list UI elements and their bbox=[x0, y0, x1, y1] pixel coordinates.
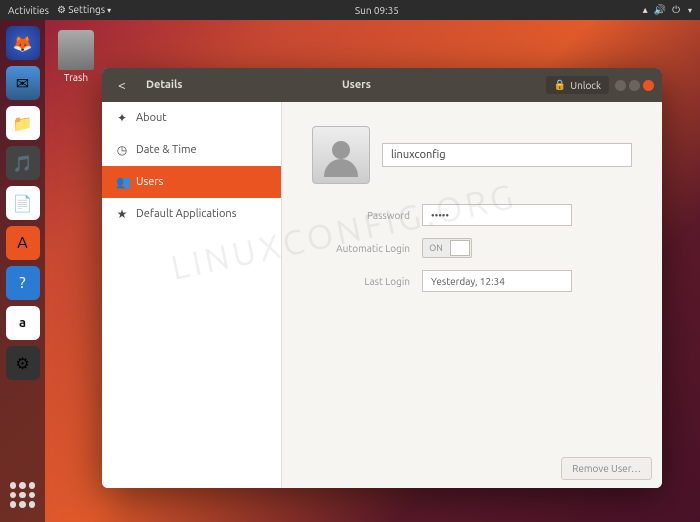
toggle-knob bbox=[450, 240, 470, 256]
maximize-button[interactable] bbox=[629, 80, 640, 91]
toggle-on-label: ON bbox=[423, 243, 449, 253]
power-icon[interactable]: ⏻ bbox=[672, 4, 680, 16]
dock-rhythmbox-icon[interactable]: 🎵 bbox=[6, 146, 40, 180]
dock: 🦊 ✉ 📁 🎵 📄 A ? a ⚙ bbox=[0, 20, 45, 522]
dock-help-icon[interactable]: ? bbox=[6, 266, 40, 300]
back-button[interactable]: < bbox=[102, 77, 142, 93]
sound-icon[interactable]: 🔊 bbox=[654, 4, 666, 16]
dock-settings-icon[interactable]: ⚙ bbox=[6, 346, 40, 380]
plus-icon: ✦ bbox=[116, 111, 128, 125]
sidebar-item-datetime[interactable]: ◷ Date & Time bbox=[102, 134, 281, 166]
username-input[interactable] bbox=[382, 143, 632, 167]
desktop-root: Activities ⚙ Settings▾ Sun 09:35 ▴ 🔊 ⏻ ▾… bbox=[0, 0, 700, 522]
remove-user-button[interactable]: Remove User… bbox=[561, 457, 652, 480]
sidebar-item-label: Date & Time bbox=[136, 144, 197, 156]
avatar[interactable] bbox=[312, 126, 370, 184]
clock-icon: ◷ bbox=[116, 143, 128, 157]
top-panel: Activities ⚙ Settings▾ Sun 09:35 ▴ 🔊 ⏻ ▾ bbox=[0, 0, 700, 20]
titlebar: < Details Users 🔒 Unlock bbox=[102, 68, 662, 102]
sidebar-item-users[interactable]: 👥 Users bbox=[102, 166, 281, 198]
gear-icon: ⚙ bbox=[57, 4, 66, 15]
lock-icon: 🔒 bbox=[554, 79, 566, 91]
dock-software-icon[interactable]: A bbox=[6, 226, 40, 260]
dock-files-icon[interactable]: 📁 bbox=[6, 106, 40, 140]
unlock-button[interactable]: 🔒 Unlock bbox=[546, 76, 609, 94]
password-field[interactable]: ••••• bbox=[422, 204, 572, 226]
titlebar-title: Users bbox=[287, 79, 546, 91]
people-icon: 👥 bbox=[116, 175, 128, 189]
clock[interactable]: Sun 09:35 bbox=[111, 5, 642, 16]
appmenu-button[interactable]: ⚙ Settings▾ bbox=[57, 4, 111, 16]
dock-writer-icon[interactable]: 📄 bbox=[6, 186, 40, 220]
dock-amazon-icon[interactable]: a bbox=[6, 306, 40, 340]
trash-icon bbox=[58, 30, 94, 70]
sidebar: ✦ About ◷ Date & Time 👥 Users ★ Default … bbox=[102, 102, 282, 488]
sidebar-item-label: Users bbox=[136, 176, 163, 188]
autologin-label: Automatic Login bbox=[312, 243, 422, 254]
lastlogin-field[interactable]: Yesterday, 12:34 bbox=[422, 270, 572, 292]
sidebar-item-about[interactable]: ✦ About bbox=[102, 102, 281, 134]
sidebar-item-label: Default Applications bbox=[136, 208, 236, 220]
sidebar-item-default-apps[interactable]: ★ Default Applications bbox=[102, 198, 281, 230]
lastlogin-label: Last Login bbox=[312, 276, 422, 287]
show-apps-button[interactable] bbox=[10, 482, 36, 508]
activities-button[interactable]: Activities bbox=[8, 5, 49, 16]
password-label: Password bbox=[312, 210, 422, 221]
settings-window: < Details Users 🔒 Unlock ✦ About ◷ bbox=[102, 68, 662, 488]
network-icon[interactable]: ▴ bbox=[643, 4, 648, 16]
star-icon: ★ bbox=[116, 207, 128, 221]
content-pane: Password ••••• Automatic Login ON Last L… bbox=[282, 102, 662, 488]
dock-thunderbird-icon[interactable]: ✉ bbox=[6, 66, 40, 100]
sidebar-item-label: About bbox=[136, 112, 167, 124]
trash-desktop-icon[interactable]: Trash bbox=[58, 30, 94, 83]
dock-firefox-icon[interactable]: 🦊 bbox=[6, 26, 40, 60]
trash-label: Trash bbox=[58, 72, 94, 83]
autologin-toggle[interactable]: ON bbox=[422, 238, 472, 258]
close-button[interactable] bbox=[643, 80, 654, 91]
minimize-button[interactable] bbox=[615, 80, 626, 91]
system-menu-caret[interactable]: ▾ bbox=[688, 6, 692, 15]
titlebar-section-label: Details bbox=[142, 79, 287, 91]
